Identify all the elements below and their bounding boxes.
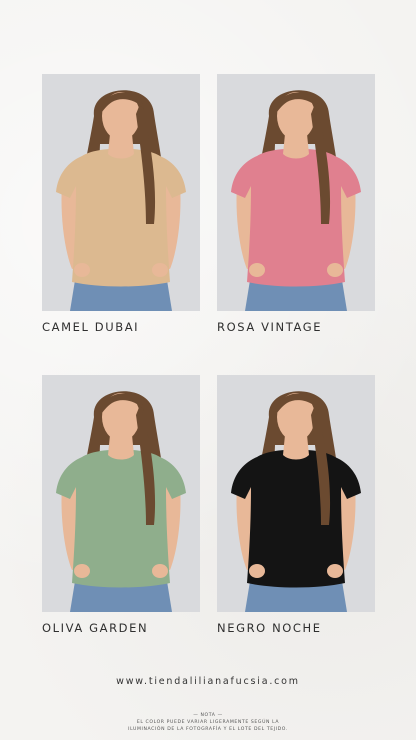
product-card-negro-noche[interactable]: NEGRO NOCHE — [217, 375, 375, 635]
product-name: ROSA VINTAGE — [217, 320, 323, 334]
product-name: CAMEL DUBAI — [42, 320, 140, 334]
model-illustration — [217, 375, 375, 612]
model-illustration — [42, 74, 200, 311]
product-card-oliva-garden[interactable]: OLIVA GARDEN — [42, 375, 200, 635]
model-illustration — [217, 74, 375, 311]
product-photo[interactable] — [42, 375, 200, 612]
note-line: ILUMINACIÓN DE LA FOTOGRAFÍA Y EL LOTE D… — [128, 727, 288, 732]
product-photo[interactable] — [217, 74, 375, 311]
website-link[interactable]: www.tiendalilianafucsia.com — [0, 676, 416, 687]
color-disclaimer: — NOTA — EL COLOR PUEDE VARIAR LIGERAMEN… — [0, 712, 416, 733]
note-title: — NOTA — — [193, 713, 223, 718]
model-illustration — [42, 375, 200, 612]
product-name: NEGRO NOCHE — [217, 621, 322, 635]
product-photo[interactable] — [42, 74, 200, 311]
product-card-camel-dubai[interactable]: CAMEL DUBAI — [42, 74, 200, 334]
product-photo[interactable] — [217, 375, 375, 612]
note-line: EL COLOR PUEDE VARIAR LIGERAMENTE SEGÚN … — [136, 720, 280, 725]
product-name: OLIVA GARDEN — [42, 621, 149, 635]
product-card-rosa-vintage[interactable]: ROSA VINTAGE — [217, 74, 375, 334]
